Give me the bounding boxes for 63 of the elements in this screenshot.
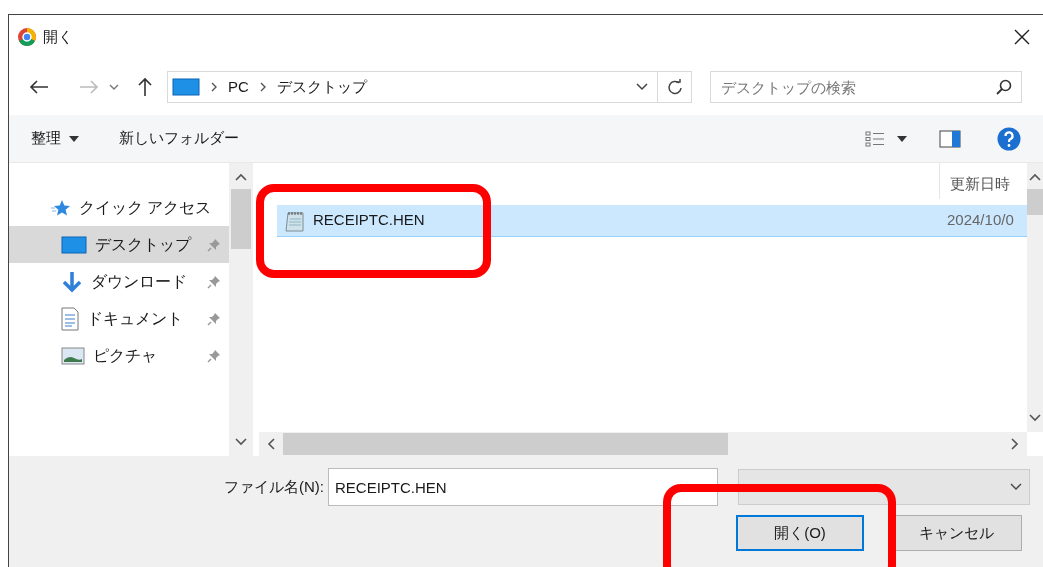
column-header[interactable]: 更新日時 <box>940 172 1010 199</box>
caret-down-icon[interactable] <box>897 135 907 142</box>
chevron-down-icon[interactable] <box>1029 414 1041 422</box>
open-button[interactable]: 開く(O) <box>736 515 864 551</box>
scrollbar-thumb[interactable] <box>231 189 251 249</box>
nav-label: クイック アクセス <box>79 197 213 218</box>
nav-item[interactable]: ドキュメント <box>9 300 229 337</box>
new-folder-button[interactable]: 新しいフォルダー <box>119 127 239 150</box>
caret-down-icon <box>69 135 79 142</box>
nav-label: ドキュメント <box>87 308 184 329</box>
nav-label: ダウンロード <box>91 271 188 292</box>
view-options-icon[interactable] <box>865 130 885 147</box>
pin-icon <box>207 348 221 363</box>
organize-menu[interactable]: 整理 <box>31 127 79 150</box>
breadcrumb[interactable]: PC <box>228 75 249 99</box>
chevron-down-icon[interactable] <box>109 83 119 91</box>
up-arrow-icon[interactable] <box>137 77 153 97</box>
modified-date: 2024/10/0 <box>947 210 1015 231</box>
file-name: RECEIPTC.HEN <box>313 210 426 231</box>
desktop-icon <box>172 77 200 97</box>
desktop-icon <box>61 234 87 255</box>
app-icon <box>17 27 37 47</box>
file-name-field[interactable]: RECEIPTC.HEN <box>328 468 718 506</box>
window-title: 開く <box>43 26 73 47</box>
file-name-label: ファイル名(N): <box>223 476 324 497</box>
file-row[interactable]: RECEIPTC.HEN 2024/10/0 <box>277 205 1027 237</box>
star-icon <box>51 198 71 217</box>
close-icon[interactable] <box>1013 28 1031 46</box>
preview-pane-icon[interactable] <box>939 129 961 148</box>
breadcrumb[interactable]: デスクトップ <box>276 75 367 99</box>
pin-icon <box>207 237 221 252</box>
nav-item[interactable]: ピクチャ <box>9 337 229 374</box>
search-field[interactable]: デスクトップの検索 <box>710 71 1022 103</box>
address-bar[interactable]: PC デスクトップ <box>167 71 692 103</box>
back-arrow-icon[interactable] <box>29 79 49 95</box>
pin-icon <box>207 311 221 326</box>
nav-item[interactable]: ダウンロード <box>9 263 229 300</box>
search-icon[interactable] <box>996 79 1012 95</box>
chevron-right-icon <box>258 82 267 92</box>
refresh-icon[interactable] <box>666 79 683 95</box>
chevron-down-icon <box>1009 482 1023 492</box>
picture-icon <box>61 345 85 366</box>
chevron-left-icon[interactable] <box>267 438 275 450</box>
scrollbar-thumb[interactable] <box>1027 189 1043 215</box>
chevron-up-icon[interactable] <box>235 173 247 181</box>
chevron-down-icon[interactable] <box>235 438 247 446</box>
scrollbar[interactable] <box>229 163 253 456</box>
pin-icon <box>207 274 221 289</box>
chevron-right-icon[interactable] <box>1011 438 1019 450</box>
chevron-up-icon[interactable] <box>1029 173 1041 181</box>
nav-item[interactable]: クイック アクセス <box>9 189 229 226</box>
notepad-file-icon <box>285 209 305 232</box>
help-icon[interactable] <box>997 126 1021 151</box>
nav-item[interactable]: デスクトップ <box>9 226 229 263</box>
scrollbar[interactable] <box>259 432 1027 456</box>
scrollbar-thumb[interactable] <box>283 433 728 455</box>
chevron-down-icon[interactable] <box>635 82 649 92</box>
chevron-right-icon <box>210 82 218 92</box>
document-icon <box>61 306 79 331</box>
download-arrow-icon <box>61 270 83 293</box>
nav-label: デスクトップ <box>95 234 193 255</box>
nav-label: ピクチャ <box>93 345 158 366</box>
scrollbar[interactable] <box>1027 163 1043 432</box>
